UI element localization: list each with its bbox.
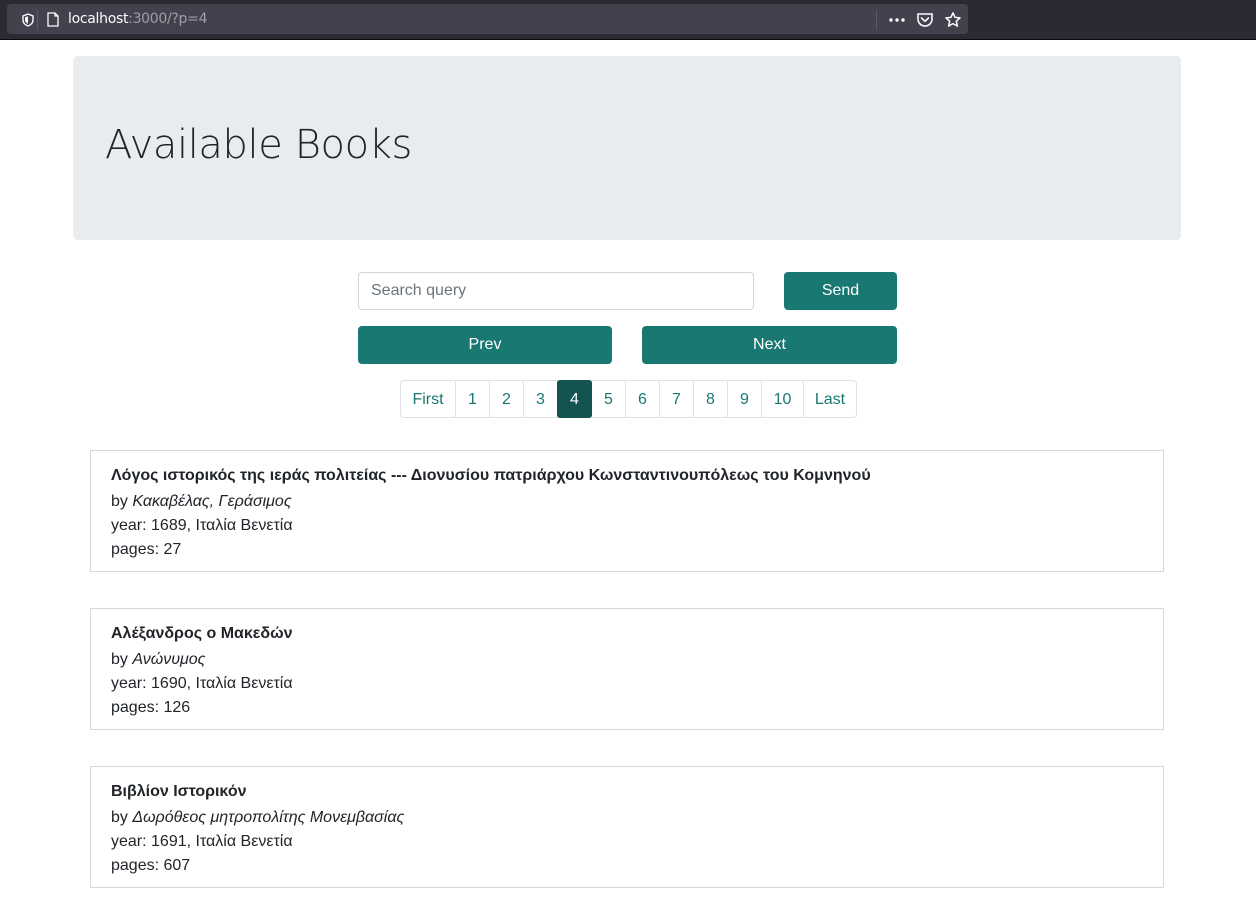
- page-link-5[interactable]: 5: [591, 380, 626, 418]
- page-icon[interactable]: [46, 12, 60, 27]
- divider: [37, 10, 38, 30]
- pocket-icon[interactable]: [916, 11, 934, 29]
- more-actions-icon[interactable]: [888, 11, 906, 29]
- by-label: by: [111, 493, 128, 510]
- book-author: Δωρόθεος μητροπολίτης Μονεμβασίας: [132, 809, 405, 826]
- book-pages: pages: 126: [111, 699, 191, 716]
- send-button[interactable]: Send: [784, 272, 897, 310]
- book-card: Βιβλίον Ιστορικόν by Δωρόθεος μητροπολίτ…: [90, 766, 1164, 888]
- book-year: year: 1691, Ιταλία Βενετία: [111, 833, 293, 850]
- book-author-line: by Δωρόθεος μητροπολίτης Μονεμβασίας: [111, 806, 1143, 830]
- divider: [876, 10, 877, 30]
- page-link-4-active[interactable]: 4: [557, 380, 592, 418]
- book-author: Κακαβέλας, Γεράσιμος: [132, 493, 292, 510]
- pagination: First 1 2 3 4 5 6 7 8 9 10 Last: [400, 380, 857, 418]
- page-link-8[interactable]: 8: [693, 380, 728, 418]
- book-title: Βιβλίον Ιστορικόν: [111, 783, 247, 800]
- book-title: Λόγος ιστορικός της ιεράς πολιτείας --- …: [111, 467, 871, 484]
- book-card: Αλέξανδρος ο Μακεδών by Ανώνυμος year: 1…: [90, 608, 1164, 730]
- book-pages: pages: 27: [111, 541, 182, 558]
- page-link-2[interactable]: 2: [489, 380, 524, 418]
- page-link-7[interactable]: 7: [659, 380, 694, 418]
- search-input[interactable]: [358, 272, 754, 310]
- book-year: year: 1690, Ιταλία Βενετία: [111, 675, 293, 692]
- page-link-6[interactable]: 6: [625, 380, 660, 418]
- book-pages: pages: 607: [111, 857, 191, 874]
- book-card: Λόγος ιστορικός της ιεράς πολιτείας --- …: [90, 450, 1164, 572]
- book-author-line: by Κακαβέλας, Γεράσιμος: [111, 490, 1143, 514]
- page-header: Available Books: [73, 56, 1181, 240]
- page-title: Available Books: [105, 122, 412, 168]
- address-bar[interactable]: localhost:3000/?p=4: [7, 4, 968, 34]
- tracking-protection-shield-icon[interactable]: [21, 13, 35, 27]
- url-path: :3000/?p=4: [128, 11, 208, 27]
- book-year: year: 1689, Ιταλία Βενετία: [111, 517, 293, 534]
- page-link-last[interactable]: Last: [803, 380, 857, 418]
- url-text[interactable]: localhost:3000/?p=4: [68, 11, 207, 27]
- page-link-9[interactable]: 9: [727, 380, 762, 418]
- browser-toolbar: localhost:3000/?p=4: [0, 0, 1256, 40]
- url-host: localhost: [68, 11, 129, 27]
- by-label: by: [111, 809, 128, 826]
- book-author: Ανώνυμος: [132, 651, 206, 668]
- next-button[interactable]: Next: [642, 326, 897, 364]
- by-label: by: [111, 651, 128, 668]
- page-link-10[interactable]: 10: [761, 380, 804, 418]
- page-link-1[interactable]: 1: [455, 380, 490, 418]
- page-link-first[interactable]: First: [400, 380, 456, 418]
- page-link-3[interactable]: 3: [523, 380, 558, 418]
- prev-button[interactable]: Prev: [358, 326, 612, 364]
- bookmark-star-icon[interactable]: [944, 11, 962, 29]
- book-title: Αλέξανδρος ο Μακεδών: [111, 625, 293, 642]
- book-author-line: by Ανώνυμος: [111, 648, 1143, 672]
